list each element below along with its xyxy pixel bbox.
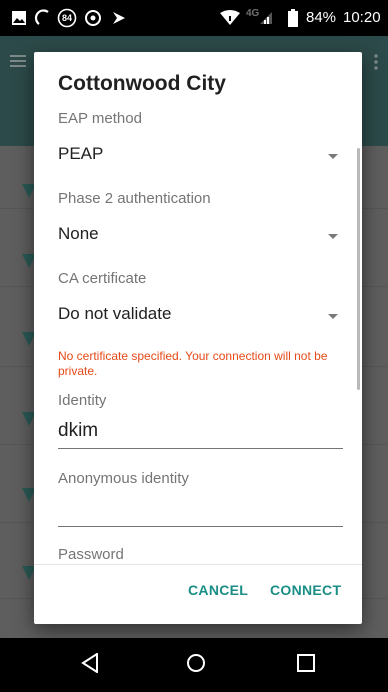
cancel-button[interactable]: CANCEL	[188, 582, 248, 598]
dropdown-arrow-icon	[328, 234, 338, 239]
cell-signal-icon	[259, 0, 273, 36]
wifi-status-icon	[218, 0, 242, 36]
certificate-warning-text: No certificate specified. Your connectio…	[58, 349, 328, 378]
eap-method-value: PEAP	[58, 144, 104, 163]
ca-certificate-dropdown[interactable]: Do not validate	[58, 300, 338, 330]
network-type-label: 4G	[246, 8, 260, 19]
back-button[interactable]	[60, 638, 120, 692]
location-notification-icon	[82, 0, 104, 36]
dialog-scroll-area[interactable]: EAP method PEAP Phase 2 authentication N…	[34, 102, 362, 564]
battery-icon	[286, 0, 300, 36]
phase2-auth-dropdown[interactable]: None	[58, 220, 338, 250]
image-notification-icon	[8, 0, 30, 36]
navigation-bar	[0, 638, 388, 692]
menu-icon	[10, 54, 26, 73]
password-label: Password	[58, 546, 124, 563]
anonymous-identity-label: Anonymous identity	[58, 470, 189, 487]
home-button[interactable]	[166, 638, 226, 692]
identity-label: Identity	[58, 392, 107, 409]
ca-certificate-label: CA certificate	[58, 270, 147, 287]
status-bar: 84 4G 84% 10:20	[0, 0, 388, 36]
phase2-auth-label: Phase 2 authentication	[58, 190, 211, 207]
badge-notification-icon: 84	[56, 0, 78, 36]
phase2-auth-value: None	[58, 224, 99, 243]
recents-button[interactable]	[276, 638, 336, 692]
anonymous-identity-input[interactable]	[58, 494, 343, 527]
identity-value: dkim	[58, 420, 99, 441]
connect-button[interactable]: CONNECT	[270, 582, 341, 598]
badge-number: 84	[61, 13, 72, 23]
eap-method-label: EAP method	[58, 110, 142, 127]
flag-notification-icon	[108, 0, 130, 36]
dialog-button-divider	[34, 564, 362, 565]
dialog-title: Cottonwood City	[58, 72, 226, 95]
dropdown-arrow-icon	[328, 154, 338, 159]
dropdown-arrow-icon	[328, 314, 338, 319]
status-time: 10:20	[343, 9, 381, 26]
home-circle-icon	[186, 653, 206, 678]
dialog-scrollbar[interactable]	[357, 148, 360, 390]
eap-method-dropdown[interactable]: PEAP	[58, 140, 338, 170]
ca-certificate-value: Do not validate	[58, 304, 172, 323]
wifi-connect-dialog: Cottonwood City EAP method PEAP Phase 2 …	[34, 52, 362, 624]
back-triangle-icon	[81, 651, 99, 678]
identity-input[interactable]: dkim	[58, 416, 343, 449]
more-options-icon	[374, 54, 378, 75]
sync-notification-icon	[32, 0, 54, 36]
battery-percentage: 84%	[306, 9, 337, 26]
recents-square-icon	[297, 653, 315, 677]
